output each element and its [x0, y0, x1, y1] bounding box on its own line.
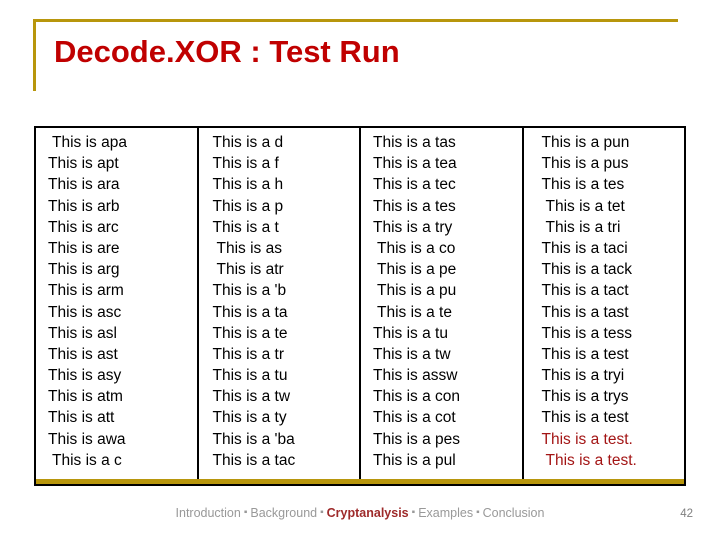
breadcrumb-separator: ▪: [243, 507, 248, 518]
breadcrumb: Introduction ▪ Background ▪ Cryptanalysis ▪ Ex…: [0, 506, 720, 520]
table-cell: This is are: [48, 239, 120, 257]
table-cell: This is a tryi: [541, 367, 625, 385]
breadcrumb-separator: ▪: [476, 507, 480, 518]
table-column-4: This is a pun This is a pus This is a tes …: [521, 128, 685, 484]
table-cell: This is a test.: [541, 451, 637, 469]
results-table: This is apa This is apt This is ara This is…: [34, 126, 686, 486]
table-cell: This is atr: [212, 261, 284, 279]
table-cell: This is a f: [212, 155, 279, 173]
table-cell: This is ast: [48, 345, 118, 363]
table-cell: This is apt: [48, 155, 119, 173]
table-cell: This is assw: [373, 367, 458, 385]
table-cell: This is asl: [48, 324, 117, 342]
table-cell: This is a tas: [373, 134, 456, 151]
table-cell: This is arm: [48, 282, 124, 300]
breadcrumb-separator: ▪: [320, 507, 324, 518]
table-column-2-cells: This is a d This is a f This is a h This is…: [199, 132, 360, 471]
table-cell: This is a te: [373, 303, 452, 321]
table-cell: This is a tes: [541, 176, 625, 194]
slide-footer: Introduction ▪ Background ▪ Cryptanalysis ▪ Ex…: [0, 506, 720, 528]
table-cell: This is ara: [48, 176, 120, 194]
table-column-3: This is a tas This is a tea This is a tec T…: [359, 128, 522, 484]
table-cell: This is a pun: [541, 134, 630, 151]
table-cell: This is asc: [48, 303, 122, 321]
page-number: 42: [680, 508, 693, 520]
table-cell: This is a tack: [541, 261, 632, 279]
table-cell: This is a te: [212, 324, 288, 342]
table-cell: This is a ty: [212, 409, 287, 427]
table-cell: This is apa: [48, 134, 127, 151]
table-cell: This is a test: [541, 345, 629, 363]
table-cell: This is a tec: [373, 176, 456, 194]
table-cell: This is a tri: [541, 218, 621, 236]
table-column-3-cells: This is a tas This is a tea This is a tec T…: [361, 132, 522, 471]
table-cell: This is asy: [48, 367, 122, 385]
table-cell: This is a tu: [373, 324, 448, 342]
table-cell: This is as: [212, 239, 282, 257]
table-cell: This is a ta: [212, 303, 288, 321]
breadcrumb-item-examples[interactable]: Examples: [418, 506, 473, 520]
table-cell: This is a test: [541, 409, 629, 427]
breadcrumb-item-conclusion[interactable]: Conclusion: [483, 506, 545, 520]
table-bottom-gold-rule: [36, 479, 684, 484]
breadcrumb-separator: ▪: [411, 507, 416, 518]
table-cell: This is arc: [48, 218, 119, 236]
table-cell: This is a pes: [373, 430, 461, 448]
table-column-1: This is apa This is apt This is ara This is…: [36, 128, 197, 484]
table-cell: This is a tea: [373, 155, 457, 173]
table-cell: This is a tast: [541, 303, 629, 321]
page-title: Decode.XOR : Test Run: [54, 34, 400, 69]
table-cell: This is a 'b: [212, 282, 287, 300]
table-cell: This is a c: [48, 451, 122, 469]
table-cell: This is a taci: [541, 239, 628, 257]
table-cell: This is arb: [48, 197, 120, 215]
table-cell: This is a tw: [373, 345, 451, 363]
table-cell: This is a con: [373, 388, 461, 406]
table-cell: This is a h: [212, 176, 284, 194]
table-cell: This is a test.: [541, 430, 633, 448]
table-cell: This is a pus: [541, 155, 629, 173]
table-cell: This is a tw: [212, 388, 291, 406]
table-cell: This is a try: [373, 218, 453, 236]
table-cell: This is arg: [48, 261, 120, 279]
table-cell: This is a cot: [373, 409, 456, 427]
breadcrumb-item-cryptanalysis[interactable]: Cryptanalysis: [327, 506, 409, 520]
breadcrumb-item-background[interactable]: Background: [250, 506, 317, 520]
table-cell: This is a tac: [212, 451, 296, 469]
table-cell: This is a tact: [541, 282, 629, 300]
table-cell: This is a tess: [541, 324, 632, 342]
breadcrumb-item-introduction[interactable]: Introduction: [176, 506, 241, 520]
table-cell: This is a tet: [541, 197, 625, 215]
table-cell: This is a d: [212, 134, 284, 151]
table-cell: This is a pe: [373, 261, 457, 279]
table-cell: This is a tr: [212, 345, 284, 363]
table-cell: This is a pul: [373, 451, 456, 469]
table-cell: This is a tu: [212, 367, 288, 385]
table-column-1-cells: This is apa This is apt This is ara This is…: [36, 132, 197, 471]
table-column-4-cells: This is a pun This is a pus This is a tes …: [524, 132, 685, 471]
table-cell: This is a 'ba: [212, 430, 295, 448]
table-cell: This is a co: [373, 239, 456, 257]
table-cell: This is a p: [212, 197, 284, 215]
table-cell: This is att: [48, 409, 115, 427]
slide-title-block: Decode.XOR : Test Run: [33, 19, 678, 91]
table-column-2: This is a d This is a f This is a h This is…: [196, 128, 360, 484]
table-cell: This is a t: [212, 218, 279, 236]
table-cell: This is a pu: [373, 282, 457, 300]
table-cell: This is a trys: [541, 388, 629, 406]
table-cell: This is atm: [48, 388, 123, 406]
table-cell: This is a tes: [373, 197, 456, 215]
table-cell: This is awa: [48, 430, 126, 448]
